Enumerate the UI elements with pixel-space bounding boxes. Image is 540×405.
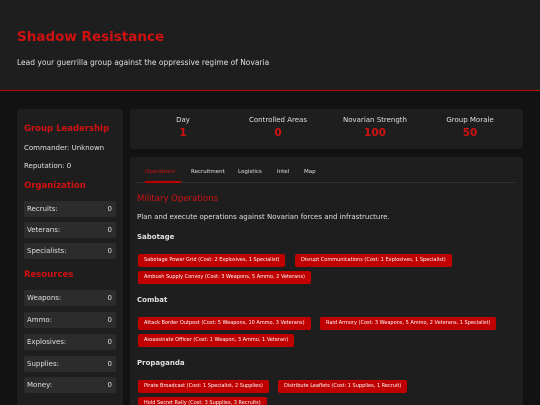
stat-novarian-strength: Novarian Strength 100 — [326, 116, 424, 139]
tab-operations[interactable]: Operations — [145, 169, 175, 175]
group-heading-sabotage: Sabotage — [137, 233, 175, 241]
disrupt-communications-button[interactable]: Disrupt Communications (Cost: 1 Explosiv… — [295, 254, 452, 267]
stat-group-morale: Group Morale 50 — [421, 116, 519, 139]
raid-armory-button[interactable]: Raid Armory (Cost: 3 Weapons, 5 Ammo, 2 … — [320, 317, 497, 330]
group-heading-propaganda: Propaganda — [137, 359, 185, 367]
stats-bar: Day 1 Controlled Areas 0 Novarian Streng… — [130, 109, 523, 149]
org-row-veterans: Veterans: 0 — [24, 222, 116, 238]
resources-heading: Resources — [24, 270, 74, 280]
header: Shadow Resistance Lead your guerrilla gr… — [0, 0, 540, 91]
resource-value: 0 — [107, 338, 112, 346]
assassinate-officer-button[interactable]: Assassinate Officer (Cost: 1 Weapon, 3 A… — [138, 334, 295, 347]
page-subtitle: Lead your guerrilla group against the op… — [17, 58, 270, 67]
organization-heading: Organization — [24, 181, 86, 191]
stat-label: Day — [176, 116, 190, 124]
resource-label: Explosives: — [27, 338, 67, 346]
org-row-recruits: Recruits: 0 — [24, 201, 116, 217]
resource-label: Money: — [27, 381, 53, 389]
org-label: Veterans: — [27, 226, 61, 234]
sabotage-power-grid-button[interactable]: Sabotage Power Grid (Cost: 2 Explosives,… — [138, 254, 286, 267]
resource-value: 0 — [107, 294, 112, 302]
resource-label: Supplies: — [27, 360, 59, 368]
resource-value: 0 — [107, 316, 112, 324]
stat-value: 100 — [364, 127, 386, 139]
resource-value: 0 — [107, 381, 112, 389]
stat-value: 50 — [462, 127, 478, 139]
stat-value: 1 — [179, 127, 187, 139]
org-value: 0 — [107, 247, 112, 255]
tab-map[interactable]: Map — [304, 169, 316, 175]
resource-row-supplies: Supplies: 0 — [24, 356, 116, 372]
group-heading-combat: Combat — [137, 296, 168, 304]
stat-controlled-areas: Controlled Areas 0 — [229, 116, 327, 139]
tab-bar: Operations Recruitment Logistics Intel M… — [137, 166, 515, 183]
active-tab-indicator — [145, 181, 181, 183]
resource-row-money: Money: 0 — [24, 377, 116, 393]
section-description: Plan and execute operations against Nova… — [137, 213, 390, 221]
resource-row-ammo: Ammo: 0 — [24, 312, 116, 328]
tab-recruitment[interactable]: Recruitment — [191, 169, 225, 175]
stat-value: 0 — [274, 127, 282, 139]
resource-row-explosives: Explosives: 0 — [24, 334, 116, 350]
attack-border-outpost-button[interactable]: Attack Border Outpost (Cost: 5 Weapons, … — [138, 317, 311, 330]
stat-label: Group Morale — [446, 116, 494, 124]
main-panel: Operations Recruitment Logistics Intel M… — [130, 157, 523, 405]
hold-secret-rally-button[interactable]: Hold Secret Rally (Cost: 3 Supplies, 3 R… — [138, 397, 267, 405]
stat-label: Novarian Strength — [342, 116, 407, 124]
resource-row-weapons: Weapons: 0 — [24, 290, 116, 306]
section-title: Military Operations — [137, 194, 218, 204]
org-label: Specialists: — [27, 247, 67, 255]
leadership-heading: Group Leadership — [24, 124, 110, 134]
stat-day: Day 1 — [134, 116, 232, 139]
distribute-leaflets-button[interactable]: Distribute Leaflets (Cost: 1 Supplies, 1… — [278, 380, 408, 393]
org-value: 0 — [107, 205, 112, 213]
sidebar: Group Leadership Commander: Unknown Repu… — [17, 109, 123, 405]
pirate-broadcast-button[interactable]: Pirate Broadcast (Cost: 1 Specialist, 2 … — [138, 380, 269, 393]
org-value: 0 — [107, 226, 112, 234]
resource-label: Weapons: — [27, 294, 62, 302]
resource-label: Ammo: — [27, 316, 53, 324]
org-row-specialists: Specialists: 0 — [24, 243, 116, 259]
commander-text: Commander: Unknown — [24, 144, 105, 152]
tab-intel[interactable]: Intel — [277, 169, 289, 175]
stat-label: Controlled Areas — [249, 116, 307, 124]
reputation-text: Reputation: 0 — [24, 162, 72, 170]
tab-logistics[interactable]: Logistics — [238, 169, 262, 175]
resource-value: 0 — [107, 360, 112, 368]
page-title: Shadow Resistance — [17, 29, 165, 45]
org-label: Recruits: — [27, 205, 58, 213]
ambush-supply-convoy-button[interactable]: Ambush Supply Convoy (Cost: 3 Weapons, 5… — [138, 271, 311, 284]
